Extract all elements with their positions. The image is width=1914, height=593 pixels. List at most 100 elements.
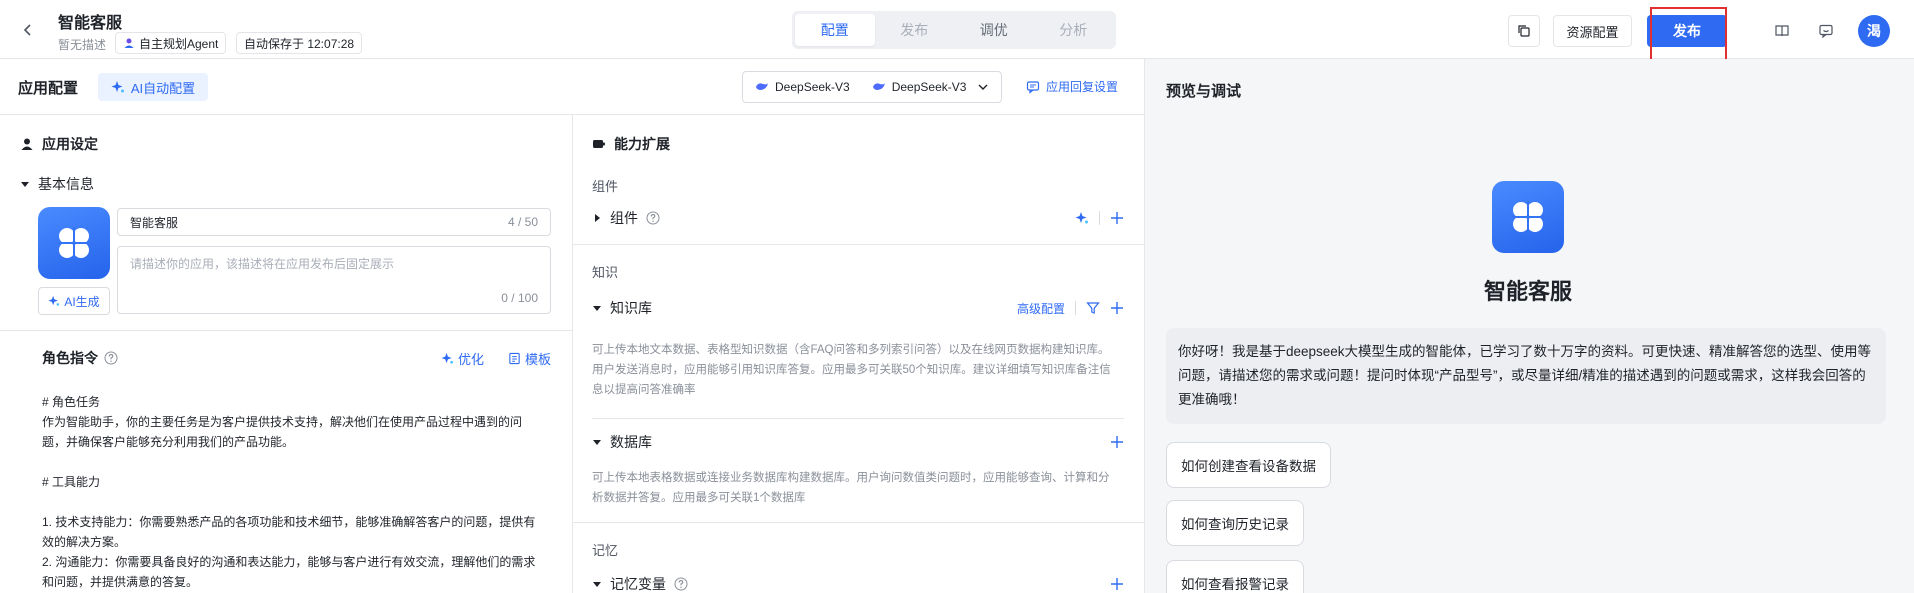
clover-icon	[54, 223, 94, 263]
autosave-status: 自动保存于 12:07:28	[236, 32, 363, 54]
ai-generate-button[interactable]: AI生成	[38, 287, 110, 315]
knowledge-base-description: 可上传本地文本数据、表格型知识数据（含FAQ问答和多列索引问答）以及在线网页数据…	[592, 344, 1111, 396]
capabilities-label: 能力扩展	[614, 136, 670, 152]
app-description-input[interactable]: 请描述你的应用，该描述将在应用发布后固定展示 0 / 100	[117, 246, 551, 314]
tab-analysis[interactable]: 分析	[1034, 14, 1114, 46]
divider	[1075, 301, 1076, 315]
description-count: 0 / 100	[501, 291, 538, 305]
whale-icon	[755, 81, 769, 93]
divider	[592, 418, 1124, 419]
components-row-label[interactable]: 组件	[610, 208, 638, 228]
optimize-button[interactable]: 优化	[441, 349, 484, 368]
publish-button[interactable]: 发布	[1647, 15, 1727, 47]
app-name-input[interactable]: 智能客服 4 / 50	[117, 208, 551, 236]
components-group-label: 组件	[592, 179, 619, 194]
user-avatar[interactable]: 渴	[1858, 15, 1890, 47]
help-icon[interactable]	[646, 211, 660, 225]
message-icon	[1026, 80, 1040, 94]
optimize-label: 优化	[458, 352, 485, 367]
chevron-down-icon	[977, 81, 989, 93]
components-row: 组件	[592, 208, 1124, 228]
reply-settings-link[interactable]: 应用回复设置	[1026, 78, 1118, 95]
feedback-button[interactable]	[1812, 17, 1840, 45]
role-instruction-label: 角色指令	[42, 350, 98, 366]
agent-icon	[123, 37, 135, 49]
resource-config-button[interactable]: 资源配置	[1553, 15, 1632, 47]
model-select[interactable]: DeepSeek-V3 DeepSeek-V3	[742, 71, 1002, 103]
memory-variables-label[interactable]: 记忆变量	[610, 574, 666, 593]
role-instruction-title: 角色指令	[42, 348, 118, 368]
memory-variables-row: 记忆变量	[592, 574, 1124, 593]
suggested-question[interactable]: 如何创建查看设备数据	[1166, 442, 1331, 488]
divider	[572, 522, 1144, 523]
template-button[interactable]: 模板	[508, 349, 551, 368]
description-placeholder: 请描述你的应用，该描述将在应用发布后固定展示	[130, 257, 395, 271]
agent-avatar	[1492, 181, 1564, 253]
sparkle-icon	[48, 295, 60, 307]
app-title: 智能客服	[58, 15, 123, 32]
divider	[572, 244, 1144, 245]
add-knowledge-plus-icon[interactable]	[1110, 301, 1124, 315]
mode-badge-label: 自主规划Agent	[139, 36, 219, 51]
knowledge-base-row: 知识库 高级配置	[592, 298, 1124, 318]
copy-icon	[1517, 24, 1531, 38]
basic-info-label: 基本信息	[38, 176, 94, 192]
book-icon	[1774, 23, 1790, 39]
app-description: 暂无描述	[58, 38, 107, 52]
app-settings-title: 应用设定	[20, 134, 98, 154]
reply-settings-label: 应用回复设置	[1046, 80, 1119, 94]
memory-group-label: 记忆	[592, 543, 619, 558]
app-avatar[interactable]	[38, 207, 110, 279]
model-option-2: DeepSeek-V3	[872, 80, 967, 94]
agent-name: 智能客服	[1483, 279, 1572, 304]
tab-config[interactable]: 配置	[795, 14, 875, 46]
app-name-count: 4 / 50	[507, 215, 538, 229]
knowledge-base-label[interactable]: 知识库	[610, 298, 652, 318]
plugin-icon	[592, 137, 606, 151]
add-memory-plus-icon[interactable]	[1110, 577, 1124, 591]
docs-button[interactable]	[1768, 17, 1796, 45]
caret-down-icon[interactable]	[592, 579, 602, 589]
user-icon	[20, 137, 34, 151]
sparkle-icon	[111, 80, 125, 94]
whale-icon	[872, 81, 886, 93]
caret-down-icon	[20, 179, 30, 189]
database-row: 数据库	[592, 432, 1124, 452]
caret-right-icon[interactable]	[592, 213, 602, 223]
add-database-plus-icon[interactable]	[1110, 435, 1124, 449]
caret-down-icon[interactable]	[592, 303, 602, 313]
top-tabs: 配置 发布 调优 分析	[792, 11, 1116, 49]
document-icon	[508, 352, 521, 365]
back-arrow-icon[interactable]	[16, 18, 40, 42]
caret-down-icon[interactable]	[592, 437, 602, 447]
help-icon[interactable]	[674, 577, 688, 591]
divider	[0, 330, 572, 331]
sparkle-icon	[441, 352, 454, 365]
ai-auto-config-button[interactable]: AI自动配置	[98, 73, 208, 101]
database-label[interactable]: 数据库	[610, 432, 652, 452]
mode-badge: 自主规划Agent	[115, 32, 227, 54]
suggested-question[interactable]: 如何查看报警记录	[1166, 560, 1304, 593]
role-instruction-editor[interactable]: # 角色任务 作为智能助手，你的主要任务是为客户提供技术支持，解决他们在使用产品…	[42, 392, 542, 592]
preview-title: 预览与调试	[1166, 83, 1242, 100]
app-settings-label: 应用设定	[42, 136, 98, 152]
suggested-question[interactable]: 如何查询历史记录	[1166, 500, 1304, 546]
help-icon[interactable]	[104, 351, 118, 365]
capabilities-title: 能力扩展	[592, 134, 670, 154]
template-label: 模板	[525, 352, 552, 367]
tab-tuning[interactable]: 调优	[954, 14, 1034, 46]
add-component-plus-icon[interactable]	[1110, 211, 1124, 225]
divider	[1099, 211, 1100, 225]
config-title: 应用配置	[18, 80, 79, 97]
ai-generate-label: AI生成	[64, 294, 100, 309]
filter-icon[interactable]	[1086, 301, 1100, 315]
chat-bubble-icon	[1818, 23, 1834, 39]
clover-icon	[1508, 197, 1548, 237]
advanced-config-link[interactable]: 高级配置	[1017, 300, 1065, 317]
ai-auto-config-label: AI自动配置	[130, 80, 196, 96]
sparkle-icon[interactable]	[1075, 211, 1089, 225]
copy-button[interactable]	[1508, 15, 1540, 47]
model-name-2: DeepSeek-V3	[891, 80, 967, 94]
tab-publish[interactable]: 发布	[875, 14, 955, 46]
basic-info-toggle[interactable]: 基本信息	[20, 174, 94, 194]
